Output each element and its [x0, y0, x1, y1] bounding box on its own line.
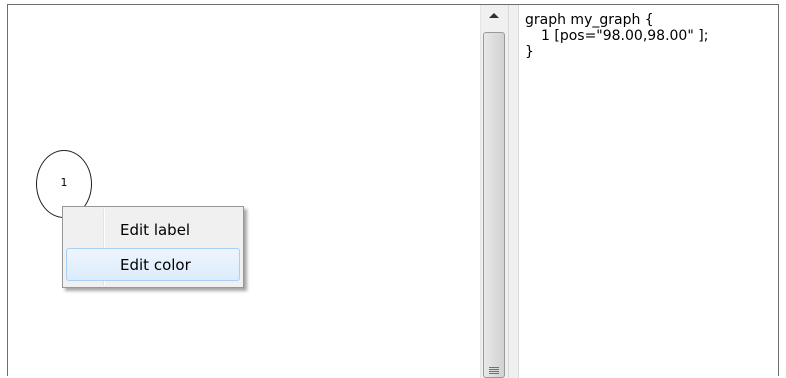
graph-canvas[interactable]: 1 — [8, 5, 480, 378]
source-editor[interactable]: graph my_graph { 1 [pos="98.00,98.00" ];… — [519, 5, 778, 378]
menu-item-edit-label[interactable]: Edit label — [66, 213, 240, 246]
scroll-up-button[interactable] — [483, 8, 506, 28]
chevron-up-icon — [489, 13, 499, 18]
app-window: 1 Edit label Edit color graph my_graph {… — [0, 0, 786, 378]
pane-splitter[interactable] — [508, 5, 519, 378]
context-menu: Edit label Edit color — [62, 206, 244, 288]
code-line: } — [525, 44, 534, 60]
node-label: 1 — [60, 176, 68, 189]
menu-item-edit-color[interactable]: Edit color — [66, 248, 240, 281]
menu-item-label: Edit label — [120, 221, 191, 239]
code-line: graph my_graph { — [525, 12, 654, 28]
code-line: 1 [pos="98.00,98.00" ]; — [541, 28, 709, 44]
grip-icon — [489, 367, 499, 375]
vertical-scrollbar[interactable] — [480, 5, 508, 378]
scroll-thumb[interactable] — [483, 32, 505, 378]
menu-item-label: Edit color — [120, 256, 191, 274]
